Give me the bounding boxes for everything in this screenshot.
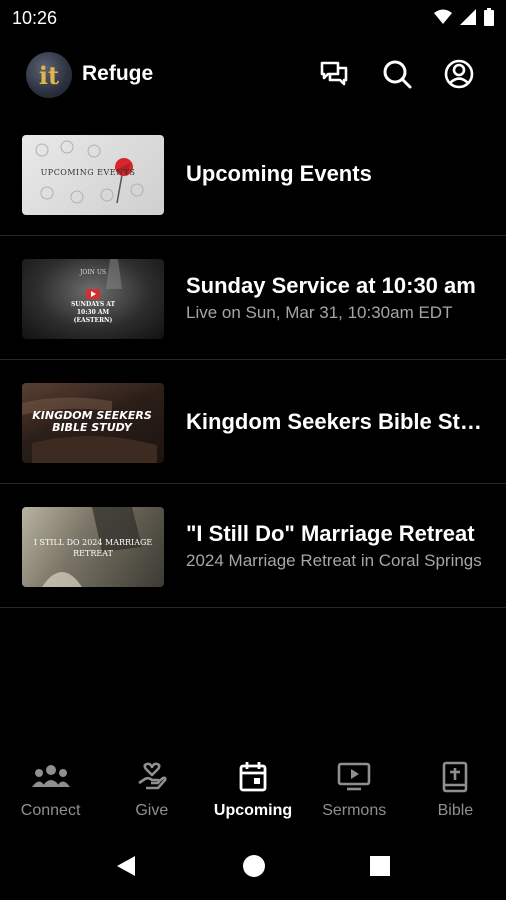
recents-icon[interactable] (367, 853, 393, 879)
list-item[interactable]: KINGDOM SEEKERS BIBLE STUDY Kingdom Seek… (0, 360, 506, 484)
hand-heart-icon (136, 760, 168, 794)
nav-connect[interactable]: Connect (0, 760, 101, 832)
list-item[interactable]: JOIN US SUNDAYS AT 10:30 AM (EASTERN) Su… (0, 236, 506, 360)
item-title: "I Still Do" Marriage Retreat (186, 520, 475, 546)
item-text: Upcoming Events (186, 112, 490, 235)
item-title: Kingdom Seekers Bible Study (186, 408, 490, 434)
search-icon[interactable] (381, 58, 413, 90)
item-title: Sunday Service at 10:30 am (186, 272, 476, 298)
thumb-caption: UPCOMING EVENTS (40, 168, 136, 177)
app-name: Refuge (82, 62, 154, 85)
account-icon[interactable] (443, 58, 475, 90)
list-item[interactable]: I STILL DO 2024 MARRIAGE RETREAT "I Stil… (0, 484, 506, 608)
system-nav-bar (0, 845, 506, 887)
nav-give[interactable]: Give (101, 760, 202, 832)
church-logo[interactable]: it (26, 52, 72, 98)
battery-icon (484, 8, 494, 31)
nav-upcoming[interactable]: Upcoming (202, 760, 303, 832)
event-thumbnail: UPCOMING EVENTS (22, 135, 164, 215)
item-text: Sunday Service at 10:30 am Live on Sun, … (186, 236, 490, 359)
nav-label: Give (135, 802, 169, 819)
nav-sermons[interactable]: Sermons (304, 760, 405, 832)
item-text: "I Still Do" Marriage Retreat 2024 Marri… (186, 484, 490, 607)
calendar-icon (238, 760, 268, 794)
signal-icon (460, 9, 476, 30)
event-thumbnail: JOIN US SUNDAYS AT 10:30 AM (EASTERN) (22, 259, 164, 339)
thumb-caption: KINGDOM SEEKERS BIBLE STUDY (32, 409, 152, 434)
nav-label: Sermons (322, 802, 387, 819)
item-title: Upcoming Events (186, 160, 372, 186)
thumb-caption: SUNDAYS AT 10:30 AM (EASTERN) (70, 301, 116, 324)
tv-play-icon (337, 760, 371, 794)
app-header: it Refuge (0, 50, 506, 100)
nav-label: Upcoming (213, 802, 293, 819)
logo-glyph: it (38, 60, 60, 90)
bottom-nav: Connect Give Upcoming Sermons Bible (0, 760, 506, 832)
chat-icon[interactable] (318, 58, 350, 90)
item-text: Kingdom Seekers Bible Study (186, 360, 490, 483)
item-subtitle: Live on Sun, Mar 31, 10:30am EDT (186, 302, 453, 322)
item-subtitle: 2024 Marriage Retreat in Coral Springs (186, 550, 482, 570)
nav-bible[interactable]: Bible (405, 760, 506, 832)
event-thumbnail: KINGDOM SEEKERS BIBLE STUDY (22, 383, 164, 463)
app-screen: 10:26 it Refuge UPCOMING EVENTS Upcoming… (0, 0, 506, 900)
people-group-icon (31, 760, 70, 794)
wifi-icon (434, 9, 452, 30)
status-icons (434, 8, 494, 31)
list-item[interactable]: UPCOMING EVENTS Upcoming Events (0, 112, 506, 236)
thumb-caption-top: JOIN US (79, 269, 107, 276)
nav-label: Connect (20, 802, 81, 819)
nav-label: Bible (437, 802, 474, 819)
event-thumbnail: I STILL DO 2024 MARRIAGE RETREAT (22, 507, 164, 587)
status-bar: 10:26 (0, 0, 506, 36)
status-time: 10:26 (12, 8, 58, 28)
bible-icon (441, 760, 469, 794)
thumb-caption: I STILL DO 2024 MARRIAGE RETREAT (33, 538, 153, 558)
back-icon[interactable] (113, 853, 139, 879)
home-icon[interactable] (241, 853, 267, 879)
events-list: UPCOMING EVENTS Upcoming Events JOIN US … (0, 112, 506, 608)
